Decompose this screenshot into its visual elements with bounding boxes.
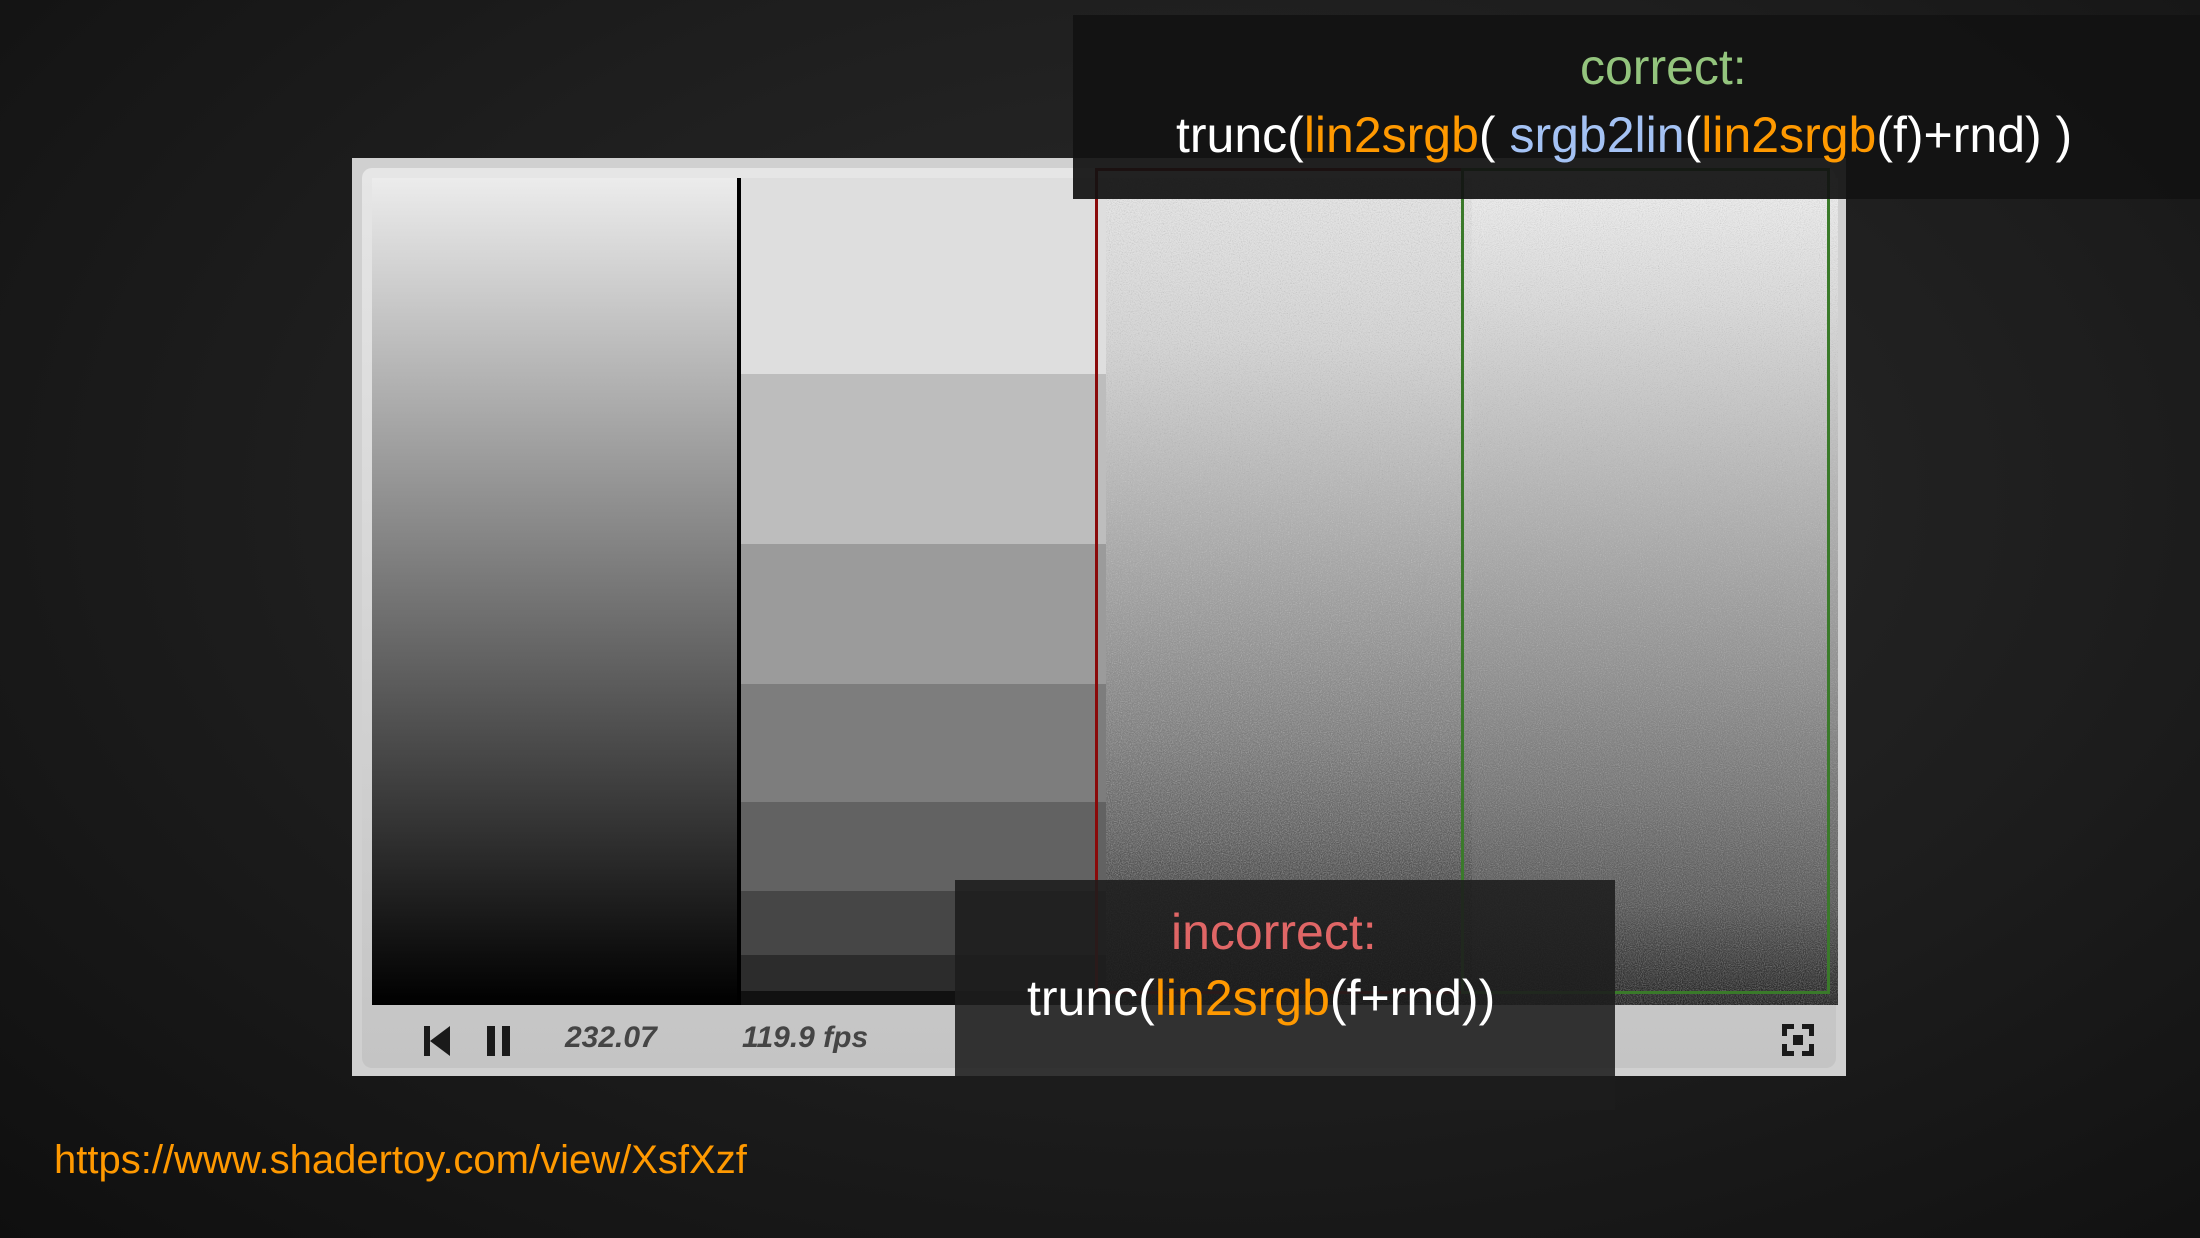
- correct-heading: correct:: [1580, 39, 1747, 95]
- correct-highlight-frame: [1461, 168, 1830, 994]
- incorrect-caption-panel: incorrect: trunc(lin2srgb(f+rnd)): [955, 880, 1615, 1110]
- incorrect-highlight-frame: [1095, 168, 1464, 994]
- correct-formula: trunc(lin2srgb( srgb2lin(lin2srgb(f)+rnd…: [1176, 107, 2073, 163]
- fps-counter: 119.9 fps: [742, 1021, 869, 1054]
- quantized-step-band: [741, 374, 1106, 544]
- incorrect-heading: incorrect:: [1171, 904, 1377, 960]
- quantized-step-band: [741, 178, 1106, 374]
- incorrect-formula: trunc(lin2srgb(f+rnd)): [1027, 970, 1496, 1026]
- playback-time: 232.07: [565, 1021, 657, 1054]
- quantized-step-band: [741, 684, 1106, 802]
- quantized-step-band: [741, 802, 1106, 891]
- skip-to-start-icon[interactable]: [424, 1026, 450, 1056]
- correct-caption-panel: correct: trunc(lin2srgb( srgb2lin(lin2sr…: [1073, 15, 2200, 199]
- shadertoy-source-link[interactable]: https://www.shadertoy.com/view/XsfXzf: [54, 1138, 747, 1183]
- fullscreen-icon[interactable]: [1782, 1024, 1814, 1056]
- pause-icon[interactable]: [487, 1026, 511, 1056]
- quantized-step-band: [741, 544, 1106, 684]
- smooth-gradient-column: [372, 178, 737, 1005]
